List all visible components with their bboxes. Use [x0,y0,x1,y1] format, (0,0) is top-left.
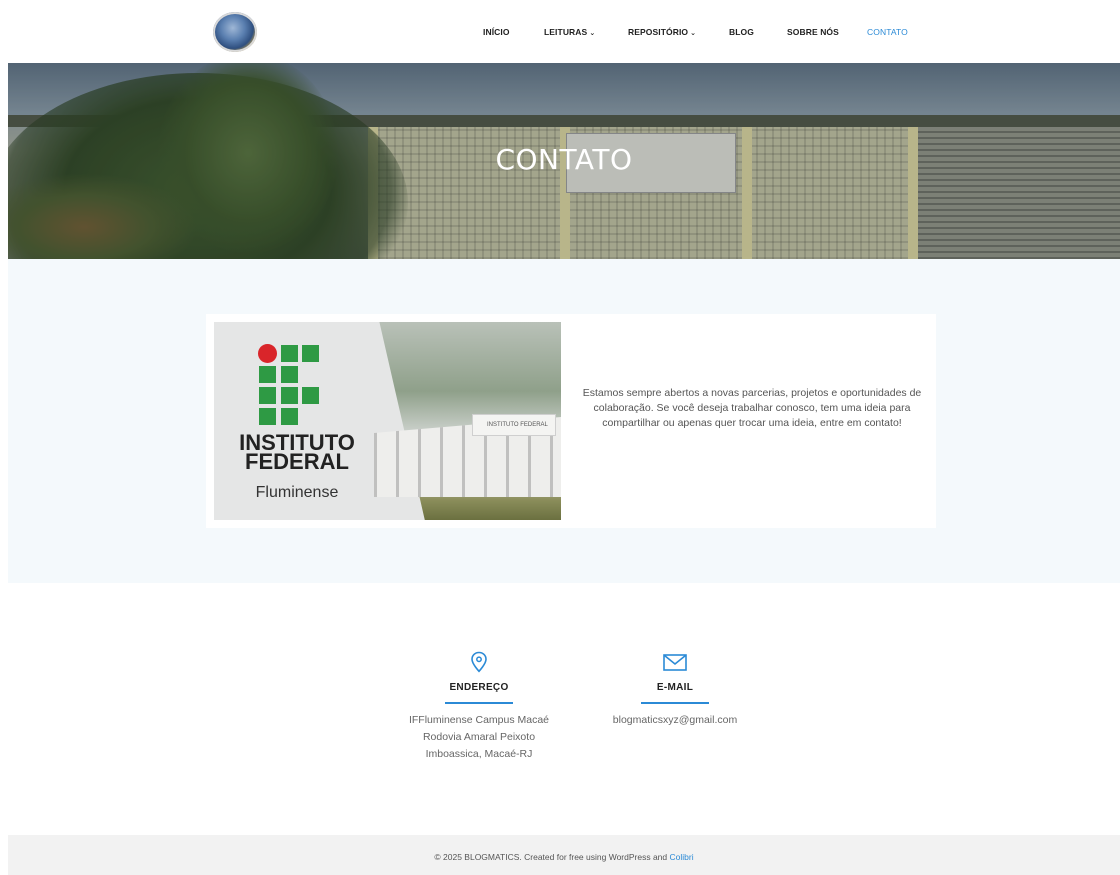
logo-green-square [259,408,276,425]
logo-green-square [302,387,319,404]
nav-item-blog[interactable]: BLOG [729,27,754,37]
intro-text: Estamos sempre abertos a novas parcerias… [582,387,922,429]
intro-section: INSTITUTO FEDERAL INSTITUTO FEDERAL Flum… [8,259,1120,583]
campus-wall-sign: INSTITUTO FEDERAL [472,414,556,436]
nav-label: LEITURAS [544,27,588,37]
page-title: CONTATO [495,143,633,176]
nav-item-inicio[interactable]: INÍCIO [483,27,510,37]
nav-label: REPOSITÓRIO [628,27,689,37]
email-divider [641,702,709,704]
nav-item-leituras[interactable]: LEITURAS ⌄ [544,27,595,37]
nav-label: BLOG [729,27,754,37]
address-divider [445,702,513,704]
hero-banner: CONTATO [8,63,1120,259]
nav-item-contato[interactable]: CONTATO [867,27,908,37]
nav-item-sobre-nos[interactable]: SOBRE NÓS [787,27,839,37]
nav-label: CONTATO [867,27,908,37]
footer-text: © 2025 BLOGMATICS. Created for free usin… [8,852,1120,862]
colibri-link[interactable]: Colibri [670,852,694,862]
location-pin-icon [471,651,487,673]
email-block: E-MAIL blogmaticsxyz@gmail.com [605,651,745,729]
address-block: ENDEREÇO IFFluminense Campus Macaé Rodov… [398,651,560,763]
email-address[interactable]: blogmaticsxyz@gmail.com [605,712,745,729]
address-line: IFFluminense Campus Macaé [408,714,550,726]
chevron-down-icon: ⌄ [690,30,697,37]
address-line: Rodovia Amaral Peixoto [422,731,536,743]
site-header: INÍCIO LEITURAS ⌄ REPOSITÓRIO ⌄ BLOG SOBRE… [0,0,1120,63]
logo-green-square [281,366,298,383]
logo-green-square [281,387,298,404]
address-line: Imboassica, Macaé-RJ [425,748,533,760]
logo-green-square [281,345,298,362]
logo-green-square [259,366,276,383]
address-title: ENDEREÇO [449,682,509,693]
address-text: IFFluminense Campus Macaé Rodovia Amaral… [398,712,560,763]
email-title: E-MAIL [656,682,694,693]
site-footer: © 2025 BLOGMATICS. Created for free usin… [8,835,1120,875]
logo-green-square [259,387,276,404]
copyright-text: © 2025 BLOGMATICS. Created for free usin… [434,852,668,862]
main-nav: INÍCIO LEITURAS ⌄ REPOSITÓRIO ⌄ BLOG SOBRE… [0,27,1120,41]
mail-icon [663,654,687,671]
logo-text-fluminense: Fluminense [255,484,339,501]
instituto-federal-image: INSTITUTO FEDERAL INSTITUTO FEDERAL Flum… [214,322,561,520]
logo-text-federal: FEDERAL [245,449,349,474]
intro-card: INSTITUTO FEDERAL INSTITUTO FEDERAL Flum… [206,314,936,528]
nav-label: INÍCIO [483,27,510,37]
chevron-down-icon: ⌄ [589,30,596,37]
logo-green-square [302,345,319,362]
logo-green-square [281,408,298,425]
logo-red-dot [258,344,277,363]
nav-item-repositorio[interactable]: REPOSITÓRIO ⌄ [628,27,696,37]
nav-label: SOBRE NÓS [787,27,839,37]
